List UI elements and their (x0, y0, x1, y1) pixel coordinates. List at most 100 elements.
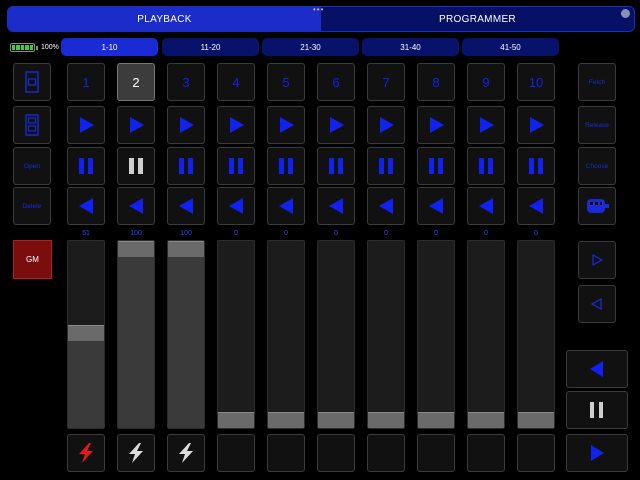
playback-go-button[interactable] (417, 106, 455, 144)
play-icon (180, 117, 194, 133)
playback-go-button[interactable] (167, 106, 205, 144)
page-tab-1-10[interactable]: 1-10 (61, 38, 158, 56)
fader-handle[interactable] (118, 241, 154, 257)
choose-button[interactable]: Choose (578, 147, 616, 185)
record-mode-button[interactable] (13, 106, 51, 144)
pause-icon (429, 158, 443, 174)
play-icon (430, 117, 444, 133)
playback-flash-button[interactable] (217, 434, 255, 472)
playback-select-button[interactable]: 10 (517, 63, 555, 101)
playback-back-button[interactable] (117, 187, 155, 225)
fader-track[interactable] (417, 240, 455, 429)
playback-select-button[interactable]: 5 (267, 63, 305, 101)
page-tab-31-40[interactable]: 31-40 (362, 38, 459, 56)
playback-back-button[interactable] (267, 187, 305, 225)
fader-handle[interactable] (268, 412, 304, 428)
playback-pause-button[interactable] (117, 147, 155, 185)
playback-flash-button[interactable] (367, 434, 405, 472)
playback-pause-button[interactable] (317, 147, 355, 185)
drag-handle-dots[interactable]: ••• (313, 5, 324, 14)
playback-number: 1 (82, 74, 90, 90)
grand-master-button[interactable]: GM (13, 240, 52, 279)
fader-handle[interactable] (68, 325, 104, 341)
fader-track[interactable] (167, 240, 205, 429)
playback-pause-button[interactable] (167, 147, 205, 185)
fader-track[interactable] (317, 240, 355, 429)
playback-number: 2 (132, 74, 140, 90)
back-icon (129, 198, 143, 214)
page-tab-41-50[interactable]: 41-50 (462, 38, 559, 56)
fader-handle[interactable] (218, 412, 254, 428)
playback-back-button[interactable] (217, 187, 255, 225)
playback-back-button[interactable] (317, 187, 355, 225)
playback-back-button[interactable] (367, 187, 405, 225)
fader-track[interactable] (217, 240, 255, 429)
fader-track[interactable] (467, 240, 505, 429)
playback-pause-button[interactable] (367, 147, 405, 185)
fader-value: 0 (234, 230, 238, 237)
playback-select-button[interactable]: 7 (367, 63, 405, 101)
fader-track[interactable] (517, 240, 555, 429)
playback-flash-button[interactable] (467, 434, 505, 472)
playback-go-button[interactable] (367, 106, 405, 144)
playback-select-button[interactable]: 9 (467, 63, 505, 101)
playback-pause-button[interactable] (67, 147, 105, 185)
master-pause-button[interactable] (566, 391, 628, 429)
open-button[interactable]: Open (13, 147, 51, 185)
fader-handle[interactable] (518, 412, 554, 428)
page-tab-21-30[interactable]: 21-30 (262, 38, 359, 56)
tab-playback[interactable]: PLAYBACK (8, 7, 321, 31)
page-prev-button[interactable] (578, 285, 616, 323)
release-button[interactable]: Release (578, 106, 616, 144)
playback-go-button[interactable] (467, 106, 505, 144)
pause-icon (79, 158, 93, 174)
fader-track[interactable] (117, 240, 155, 429)
playback-select-button[interactable]: 2 (117, 63, 155, 101)
playback-flash-button[interactable] (67, 434, 105, 472)
playback-pause-button[interactable] (467, 147, 505, 185)
playback-select-button[interactable]: 8 (417, 63, 455, 101)
fetch-button[interactable]: Fetch (578, 63, 616, 101)
fader-handle[interactable] (418, 412, 454, 428)
playback-go-button[interactable] (117, 106, 155, 144)
playback-go-button[interactable] (267, 106, 305, 144)
playback-pause-button[interactable] (217, 147, 255, 185)
playback-flash-button[interactable] (417, 434, 455, 472)
playback-back-button[interactable] (417, 187, 455, 225)
master-go-button[interactable] (566, 434, 628, 472)
playback-go-button[interactable] (217, 106, 255, 144)
playback-flash-button[interactable] (267, 434, 305, 472)
delete-button[interactable]: Delete (13, 187, 51, 225)
fader-handle[interactable] (468, 412, 504, 428)
master-back-button[interactable] (566, 350, 628, 388)
tab-programmer[interactable]: PROGRAMMER (321, 7, 634, 31)
select-mode-button[interactable] (13, 63, 51, 101)
page-tab-11-20[interactable]: 11-20 (162, 38, 259, 56)
playback-flash-button[interactable] (317, 434, 355, 472)
playback-back-button[interactable] (517, 187, 555, 225)
playback-back-button[interactable] (67, 187, 105, 225)
playback-flash-button[interactable] (167, 434, 205, 472)
fixture-button[interactable] (578, 187, 616, 225)
playback-back-button[interactable] (167, 187, 205, 225)
fader-handle[interactable] (368, 412, 404, 428)
playback-go-button[interactable] (317, 106, 355, 144)
fader-track[interactable] (67, 240, 105, 429)
playback-select-button[interactable]: 3 (167, 63, 205, 101)
playback-pause-button[interactable] (267, 147, 305, 185)
fader-track[interactable] (267, 240, 305, 429)
playback-flash-button[interactable] (117, 434, 155, 472)
playback-select-button[interactable]: 6 (317, 63, 355, 101)
playback-go-button[interactable] (67, 106, 105, 144)
page-next-button[interactable] (578, 241, 616, 279)
fader-handle[interactable] (168, 241, 204, 257)
playback-select-button[interactable]: 4 (217, 63, 255, 101)
fader-track[interactable] (367, 240, 405, 429)
playback-pause-button[interactable] (517, 147, 555, 185)
playback-select-button[interactable]: 1 (67, 63, 105, 101)
playback-flash-button[interactable] (517, 434, 555, 472)
playback-go-button[interactable] (517, 106, 555, 144)
fader-handle[interactable] (318, 412, 354, 428)
playback-back-button[interactable] (467, 187, 505, 225)
playback-pause-button[interactable] (417, 147, 455, 185)
